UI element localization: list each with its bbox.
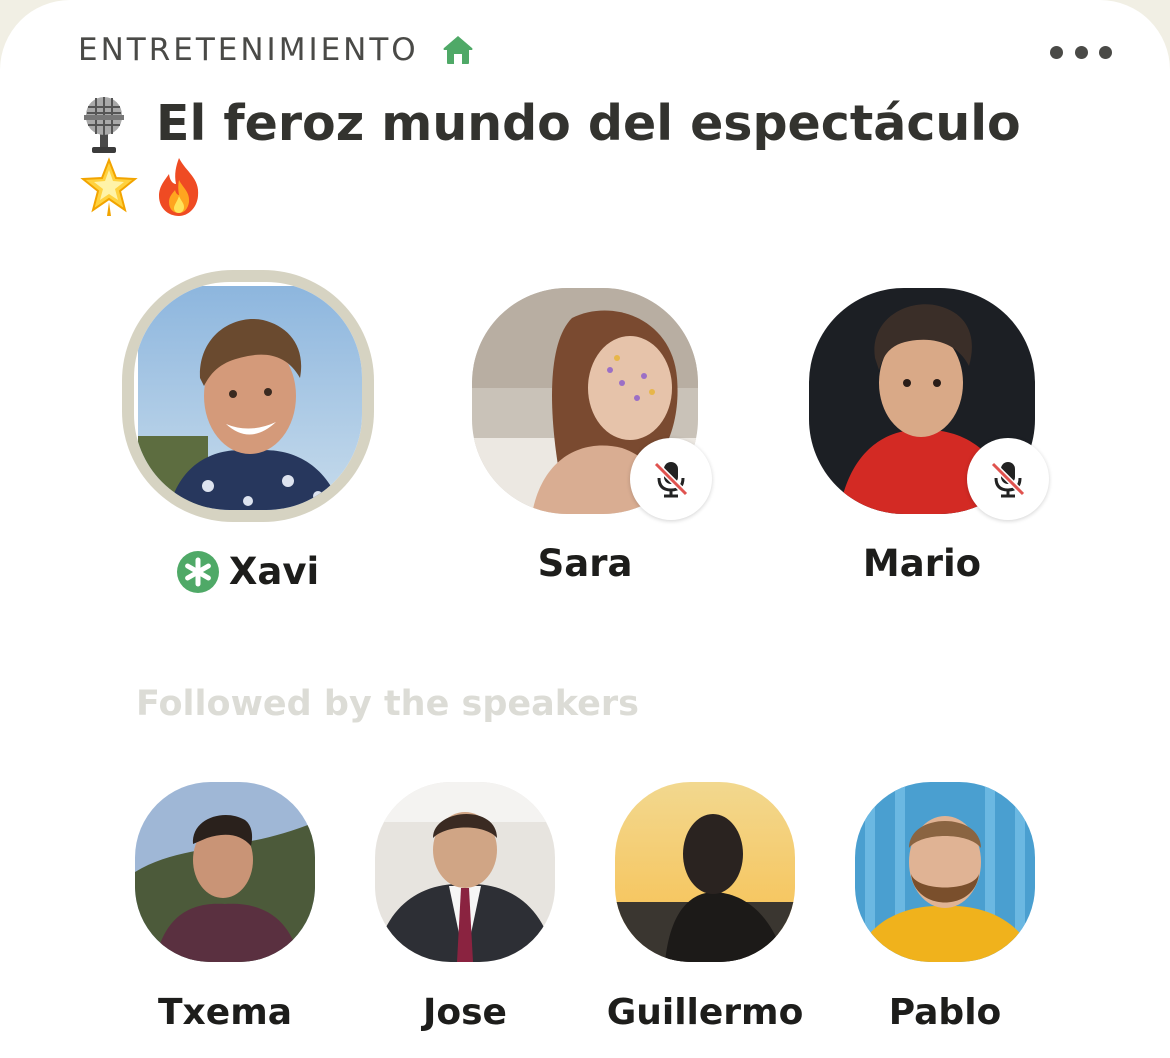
moderator-badge-icon bbox=[176, 550, 219, 593]
speaker-name-row: Xavi bbox=[88, 550, 408, 593]
speaker-name: Xavi bbox=[228, 550, 320, 593]
house-icon bbox=[441, 33, 475, 67]
room-card: ENTRETENIMIENTO El feroz mundo del espec… bbox=[0, 0, 1170, 1058]
club-header[interactable]: ENTRETENIMIENTO bbox=[78, 32, 475, 68]
avatar-wrap bbox=[472, 288, 712, 520]
avatar[interactable] bbox=[134, 282, 362, 510]
avatar-speaking-ring bbox=[122, 270, 374, 522]
avatar-wrap bbox=[809, 288, 1049, 520]
listener-guillermo[interactable]: Guillermo bbox=[585, 782, 825, 1033]
listener-txema[interactable]: Txema bbox=[105, 782, 345, 1033]
avatar[interactable] bbox=[615, 782, 795, 962]
listener-pablo[interactable]: Pablo bbox=[825, 782, 1065, 1033]
listener-jose[interactable]: Jose bbox=[345, 782, 585, 1033]
speaker-sara[interactable]: Sara bbox=[425, 288, 745, 585]
listener-name: Txema bbox=[158, 992, 292, 1033]
fire-emoji bbox=[148, 156, 210, 218]
title-emojis bbox=[78, 156, 210, 218]
followed-by-speakers-label: Followed by the speakers bbox=[136, 684, 639, 724]
room-title-text: El feroz mundo del espectáculo bbox=[156, 95, 1021, 152]
speaker-xavi[interactable]: Xavi bbox=[88, 270, 408, 593]
more-options-icon[interactable] bbox=[1050, 40, 1112, 64]
speaker-name-row: Mario bbox=[762, 542, 1082, 585]
avatar[interactable] bbox=[135, 782, 315, 962]
speaker-mario[interactable]: Mario bbox=[762, 288, 1082, 585]
listener-name: Pablo bbox=[888, 992, 1002, 1033]
club-name[interactable]: ENTRETENIMIENTO bbox=[78, 32, 419, 68]
glowing-star-emoji bbox=[78, 156, 140, 218]
room-title: El feroz mundo del espectáculo bbox=[78, 88, 1088, 160]
speaker-name-row: Sara bbox=[425, 542, 745, 585]
speaker-name: Mario bbox=[862, 542, 982, 585]
avatar[interactable] bbox=[855, 782, 1035, 962]
avatar[interactable] bbox=[375, 782, 555, 962]
microphone-emoji bbox=[78, 93, 130, 155]
listener-name: Jose bbox=[423, 992, 507, 1033]
listener-name: Guillermo bbox=[606, 992, 804, 1033]
speaker-name: Sara bbox=[537, 542, 633, 585]
muted-mic-icon bbox=[967, 438, 1049, 520]
muted-mic-icon bbox=[630, 438, 712, 520]
